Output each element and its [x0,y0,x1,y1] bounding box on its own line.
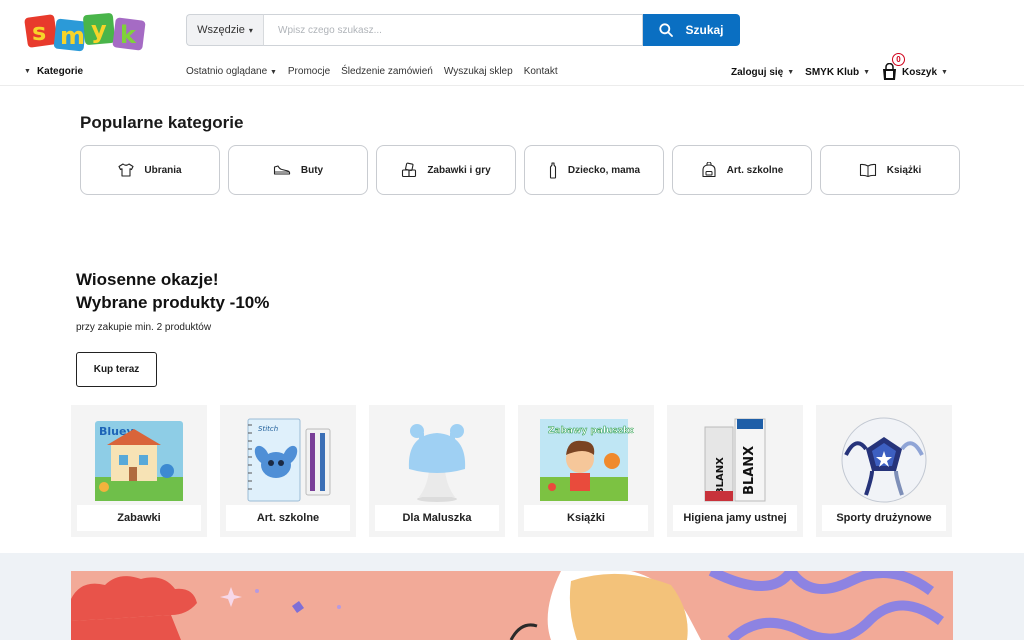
bottle-icon [549,161,556,179]
popular-categories-title: Popularne kategorie [80,113,244,132]
stitch-notebook-image: Stitch [247,418,331,502]
buy-now-button[interactable]: Kup teraz [76,352,157,387]
bluey-playset-image: Bluey [95,421,183,501]
search-button-label: Szukaj [685,23,724,37]
nav-link-order-tracking[interactable]: Śledzenie zamówień [341,66,433,77]
svg-text:y: y [91,16,107,44]
category-label: Dziecko, mama [567,164,641,176]
category-label: Ubrania [144,164,182,176]
shirt-icon [118,163,134,177]
search-button[interactable]: Szukaj [643,14,740,46]
club-menu[interactable]: SMYK Klub ▼ [805,67,870,78]
search-bar: Wszędzie ▾ Szukaj [186,14,740,46]
category-books-button[interactable]: Książki [820,145,960,195]
category-baby-mom-button[interactable]: Dziecko, mama [524,145,664,195]
product-label: Zabawki [77,505,201,531]
book-icon [859,163,876,177]
nav-link-recently-viewed[interactable]: Ostatnio oglądane ▼ [186,66,277,77]
chevron-down-icon: ▼ [269,69,277,76]
categories-menu[interactable]: ▼ Kategorie [24,66,83,77]
site-header: s m y k Wszędzie ▾ Szukaj ▼ Kategorie Os… [0,0,1024,86]
category-label: Art. szkolne [726,164,784,176]
category-label: Buty [300,164,324,176]
svg-text:m: m [60,22,85,50]
login-menu[interactable]: Zaloguj się ▼ [731,67,794,78]
search-scope-label: Wszędzie [197,24,245,36]
cart-button[interactable]: 0 Koszyk ▼ [881,53,948,81]
promo-product-list: Bluey Zabawki Stitch Art. szkolne Dla Ma… [71,405,952,537]
smyk-logo[interactable]: s m y k [24,11,148,53]
blocks-icon [402,162,417,178]
product-label: Dla Maluszka [375,505,499,531]
product-card-toys[interactable]: Bluey Zabawki [71,405,207,537]
product-card-baby[interactable]: Dla Maluszka [369,405,505,537]
category-clothes-button[interactable]: Ubrania [80,145,220,195]
club-label: SMYK Klub [805,66,860,78]
category-label: Książki [886,164,922,176]
football-image [841,417,927,503]
nav-link-store-finder[interactable]: Wyszukaj sklep [444,66,513,77]
category-school-button[interactable]: Art. szkolne [672,145,812,195]
chevron-down-icon: ▼ [787,68,795,76]
svg-text:BLANX: BLANX [715,457,726,495]
categories-label: Kategorie [36,66,84,77]
svg-text:k: k [120,21,137,49]
product-card-school[interactable]: Stitch Art. szkolne [220,405,356,537]
product-card-oral-hygiene[interactable]: BLANX BLANX Higiena jamy ustnej [667,405,803,537]
product-label: Sporty drużynowe [822,505,946,531]
product-label: Książki [524,505,648,531]
chevron-down-icon: ▼ [941,68,948,76]
promo-title-line: Wiosenne okazje! [76,270,219,289]
search-icon [659,23,674,37]
nav-link-promotions[interactable]: Promocje [288,66,330,77]
backpack-icon [702,162,716,178]
shoe-icon [273,165,291,175]
product-image-text: BLANX [742,446,757,495]
product-card-books[interactable]: Zabawy paluszkowe Książki [518,405,654,537]
promo-title: Wiosenne okazje! Wybrane produkty -10% [76,268,269,314]
popular-categories-list: Ubrania Buty Zabawki i gry Dziecko, mama… [80,145,960,195]
shopping-bag-icon [883,63,896,80]
main-nav: ▼ Kategorie Ostatnio oglądane ▼ Promocje… [0,53,1024,82]
login-label: Zaloguj się [731,66,784,78]
account-nav: Zaloguj się ▼ SMYK Klub ▼ 0 Koszyk ▼ [731,53,948,82]
product-card-team-sports[interactable]: Sporty drużynowe [816,405,952,537]
banner-art [71,571,944,640]
cart-label: Koszyk [902,66,938,78]
svg-text:s: s [32,18,46,46]
category-shoes-button[interactable]: Buty [228,145,368,195]
book-cover-image: Zabawy paluszkowe [540,419,634,501]
product-label: Art. szkolne [226,505,350,531]
category-toys-button[interactable]: Zabawki i gry [376,145,516,195]
product-image-text: Stitch [258,425,278,433]
nav-links: Ostatnio oglądane ▼ Promocje Śledzenie z… [186,66,558,77]
chevron-down-icon: ▼ [24,68,31,75]
chevron-down-icon: ▼ [863,68,870,76]
promo-title-line: Wybrane produkty -10% [76,293,270,312]
nav-link-contact[interactable]: Kontakt [524,66,558,77]
search-input[interactable] [263,14,643,46]
promo-subtitle: przy zakupie min. 2 produktów [76,322,212,333]
chevron-down-icon: ▾ [248,26,253,35]
product-image-text: Zabawy paluszkowe [548,426,634,436]
product-label: Higiena jamy ustnej [673,505,797,531]
cart-count-badge: 0 [892,53,905,66]
category-label: Zabawki i gry [427,164,491,176]
nav-link-label: Ostatnio oglądane [186,66,268,77]
teether-image [408,424,466,502]
toothpaste-image: BLANX BLANX [704,418,766,502]
promo-banner[interactable] [71,571,953,640]
search-scope-select[interactable]: Wszędzie ▾ [186,14,263,46]
